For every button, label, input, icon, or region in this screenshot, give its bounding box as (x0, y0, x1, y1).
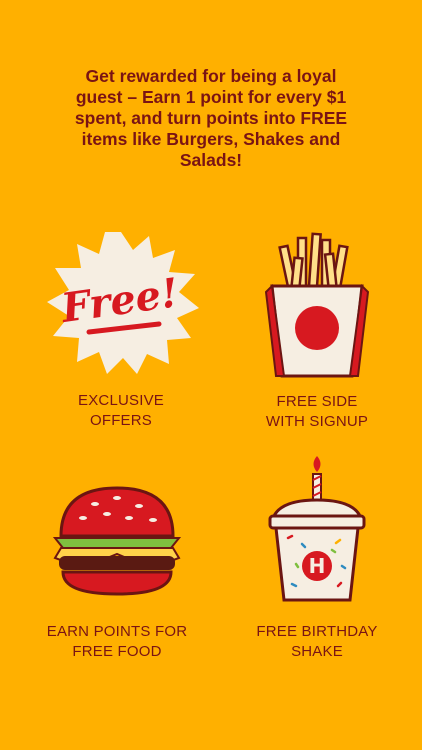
burger-icon (52, 486, 182, 596)
intro-line: Salads! (179, 150, 243, 170)
free-burst-icon: Free! (47, 232, 199, 374)
birthday-shake-icon: H (268, 456, 366, 602)
feature-free-side: FREE SIDE WITH SIGNUP (217, 232, 417, 431)
feature-label: EXCLUSIVE OFFERS (78, 392, 164, 429)
rewards-intro-text: Get rewarded for being a loyal guest – E… (40, 66, 382, 171)
feature-label: FREE BIRTHDAY SHAKE (256, 623, 378, 660)
feature-birthday-shake: H FREE BIRTHDAY SHAKE (217, 454, 417, 661)
feature-exclusive-offers: Free! EXCLUSIVE OFFERS (21, 228, 221, 430)
feature-label: FREE SIDE WITH SIGNUP (265, 393, 369, 430)
intro-line: guest – Earn 1 point for every $1 (75, 87, 347, 107)
intro-line: items like Burgers, Shakes and (81, 129, 341, 149)
fries-icon (264, 232, 370, 378)
intro-line: spent, and turn points into FREE (74, 108, 348, 128)
intro-line: Get rewarded for being a loyal (85, 66, 337, 86)
feature-earn-points: EARN POINTS FOR FREE FOOD (17, 482, 217, 661)
shake-logo-letter: H (309, 554, 326, 578)
feature-label: EARN POINTS FOR FREE FOOD (46, 623, 188, 660)
